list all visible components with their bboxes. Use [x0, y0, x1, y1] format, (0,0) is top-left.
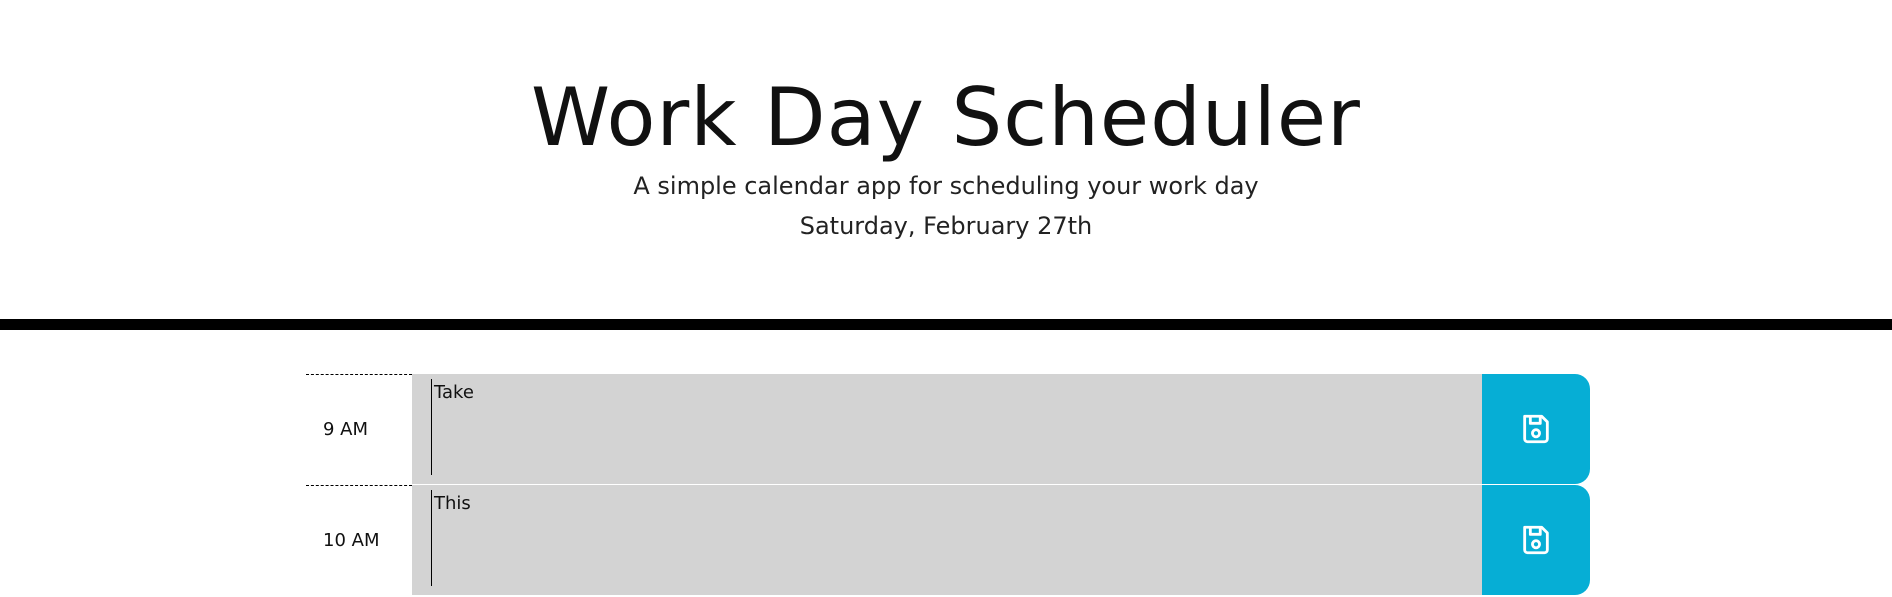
save-button[interactable]	[1482, 374, 1590, 484]
current-date: Saturday, February 27th	[799, 212, 1093, 240]
time-block-9am: 9 AM Take	[306, 374, 1590, 484]
description-textarea[interactable]: Take	[431, 379, 1471, 475]
save-button[interactable]	[1482, 485, 1590, 595]
header: Work Day Scheduler A simple calendar app…	[0, 0, 1892, 330]
hour-label: 9 AM	[306, 374, 412, 484]
schedule-container: 9 AM Take 10 AM This	[306, 374, 1590, 596]
description-area[interactable]: This	[412, 485, 1488, 595]
hour-label: 10 AM	[306, 485, 412, 595]
page-title: Work Day Scheduler	[531, 71, 1361, 164]
description-area[interactable]: Take	[412, 374, 1488, 484]
page-subtitle: A simple calendar app for scheduling you…	[633, 172, 1259, 200]
floppy-disk-icon	[1523, 525, 1549, 555]
description-textarea[interactable]: This	[431, 490, 1471, 586]
time-block-10am: 10 AM This	[306, 485, 1590, 595]
floppy-disk-icon	[1523, 414, 1549, 444]
